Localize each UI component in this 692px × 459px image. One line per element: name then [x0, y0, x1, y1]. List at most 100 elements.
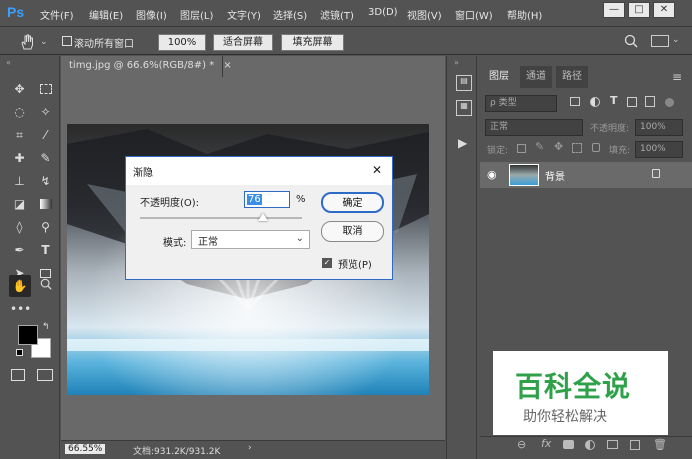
maximize-button[interactable]: □: [628, 2, 650, 18]
ok-button[interactable]: 确定: [321, 192, 384, 213]
status-menu-arrow[interactable]: ›: [248, 443, 252, 453]
eraser-tool-icon[interactable]: ◪: [10, 195, 29, 214]
collapse-arrows-icon[interactable]: «: [6, 58, 11, 67]
new-layer-icon[interactable]: [630, 440, 640, 450]
close-tab-icon[interactable]: ×: [223, 60, 231, 71]
type-tool-icon[interactable]: T: [36, 241, 55, 260]
search-icon[interactable]: [624, 34, 638, 51]
menu-help[interactable]: 帮助(H): [507, 7, 542, 22]
filter-smart-object-icon[interactable]: [645, 96, 655, 107]
screen-mode-icon[interactable]: [37, 369, 53, 381]
dodge-tool-icon[interactable]: ⚲: [36, 218, 55, 237]
preview-checkbox[interactable]: ✓: [322, 258, 332, 268]
filter-pixel-icon[interactable]: [570, 97, 580, 106]
quick-mask-icon[interactable]: [11, 369, 25, 381]
scroll-all-checkbox[interactable]: [62, 36, 72, 46]
menu-view[interactable]: 视图(V): [407, 7, 442, 22]
document-tab[interactable]: timg.jpg @ 66.6%(RGB/8#) * ×: [61, 56, 232, 77]
gradient-tool-icon[interactable]: [36, 195, 55, 214]
menu-3d[interactable]: 3D(D): [368, 7, 398, 18]
panel-icon-strip: [446, 56, 477, 459]
hand-tool-icon[interactable]: [18, 33, 38, 54]
more-tools-icon[interactable]: •••: [10, 300, 31, 319]
filter-toggle-icon[interactable]: [665, 98, 674, 107]
lock-transparent-icon[interactable]: [517, 144, 526, 153]
menu-edit[interactable]: 编辑(E): [89, 7, 123, 22]
percent-label: %: [296, 194, 306, 205]
watermark-title: 百科全说: [515, 370, 632, 403]
menu-type[interactable]: 文字(Y): [227, 7, 261, 22]
mode-select[interactable]: 正常 ⌄: [191, 230, 310, 249]
zoom-level-field[interactable]: 66.55%: [65, 444, 106, 454]
status-bar: 66.55% 文档:931.2K/931.2K ›: [61, 440, 445, 459]
menu-filter[interactable]: 滤镜(T): [320, 7, 354, 22]
fx-icon[interactable]: fx: [541, 437, 551, 450]
menu-layer[interactable]: 图层(L): [180, 7, 213, 22]
scroll-all-label: 滚动所有窗口: [74, 39, 134, 50]
tab-channels[interactable]: 通道: [520, 66, 552, 88]
filter-type-icon[interactable]: T: [610, 94, 618, 107]
fill-field[interactable]: 100%: [635, 141, 683, 158]
history-brush-tool-icon[interactable]: ↯: [36, 172, 55, 191]
eyedropper-tool-icon[interactable]: ⁄: [36, 126, 55, 145]
add-mask-icon[interactable]: [563, 440, 574, 449]
foreground-color-swatch-top[interactable]: [18, 325, 38, 345]
blend-mode-dropdown[interactable]: 正常: [485, 119, 583, 136]
opacity-slider-thumb[interactable]: [258, 213, 269, 221]
workspace-icon[interactable]: [651, 35, 669, 47]
actions-play-icon[interactable]: ▶: [458, 136, 467, 150]
fit-screen-button[interactable]: 适合屏幕: [213, 34, 273, 51]
layer-name[interactable]: 背景: [545, 168, 565, 183]
eye-icon[interactable]: ◉: [487, 168, 497, 181]
pen-tool-icon[interactable]: ✒: [10, 241, 29, 260]
default-colors-icon[interactable]: [16, 349, 23, 356]
opacity-input[interactable]: 76: [244, 191, 290, 208]
tab-paths[interactable]: 路径: [556, 66, 588, 88]
filter-shape-icon[interactable]: [627, 97, 637, 107]
properties-panel-icon[interactable]: ▦: [456, 100, 472, 116]
group-icon[interactable]: [607, 440, 618, 449]
lock-all-icon[interactable]: [592, 143, 600, 152]
adjustment-layer-icon[interactable]: [585, 440, 595, 450]
link-layers-icon[interactable]: ⊖: [517, 438, 526, 451]
menu-select[interactable]: 选择(S): [273, 7, 307, 22]
menu-window[interactable]: 窗口(W): [455, 7, 493, 22]
cancel-button[interactable]: 取消: [321, 221, 384, 242]
opacity-slider-track[interactable]: [140, 217, 302, 219]
delete-layer-icon[interactable]: 🗑: [653, 438, 667, 451]
panel-menu-icon[interactable]: ≡: [672, 70, 682, 84]
swap-colors-icon[interactable]: ↰: [42, 322, 50, 332]
workspace-chevron-icon[interactable]: ⌄: [672, 35, 680, 45]
healing-brush-tool-icon[interactable]: ✚: [10, 149, 29, 168]
menu-file[interactable]: 文件(F): [40, 7, 74, 22]
clone-stamp-tool-icon[interactable]: ⊥: [10, 172, 29, 191]
lock-pixels-icon[interactable]: ✎: [535, 140, 544, 153]
lock-artboard-icon[interactable]: [572, 143, 582, 153]
zoom-100-button[interactable]: 100%: [158, 34, 206, 51]
menu-image[interactable]: 图像(I): [136, 7, 167, 22]
opacity-input-value: 76: [247, 194, 262, 205]
collapse-panel-icon[interactable]: »: [454, 58, 459, 67]
opacity-field[interactable]: 100%: [635, 119, 683, 136]
lock-position-icon[interactable]: ✥: [554, 140, 563, 153]
marquee-tool-icon[interactable]: [36, 80, 55, 99]
opacity-label: 不透明度(O):: [140, 198, 200, 209]
lasso-tool-icon[interactable]: ◌: [10, 103, 29, 122]
close-window-button[interactable]: ✕: [653, 2, 675, 18]
move-tool-icon[interactable]: ✥: [10, 80, 29, 99]
hand-tool-active-icon[interactable]: ✋: [9, 275, 31, 297]
chevron-down-icon[interactable]: ⌄: [40, 37, 48, 47]
minimize-button[interactable]: —: [603, 2, 625, 18]
filter-adjustment-icon[interactable]: [590, 97, 600, 107]
history-panel-icon[interactable]: ▤: [456, 75, 472, 91]
fill-screen-button[interactable]: 填充屏幕: [281, 34, 344, 51]
blur-tool-icon[interactable]: ◊: [10, 218, 29, 237]
magic-wand-tool-icon[interactable]: ✧: [36, 103, 55, 122]
brush-tool-icon[interactable]: ✎: [36, 149, 55, 168]
layer-lock-icon: [652, 169, 660, 178]
dialog-close-icon[interactable]: ✕: [372, 163, 382, 177]
crop-tool-icon[interactable]: ⌗: [10, 126, 29, 145]
tab-layers[interactable]: 图层: [484, 66, 514, 88]
layer-filter-dropdown[interactable]: ρ 类型: [485, 95, 557, 112]
zoom-tool-icon[interactable]: [36, 277, 55, 296]
